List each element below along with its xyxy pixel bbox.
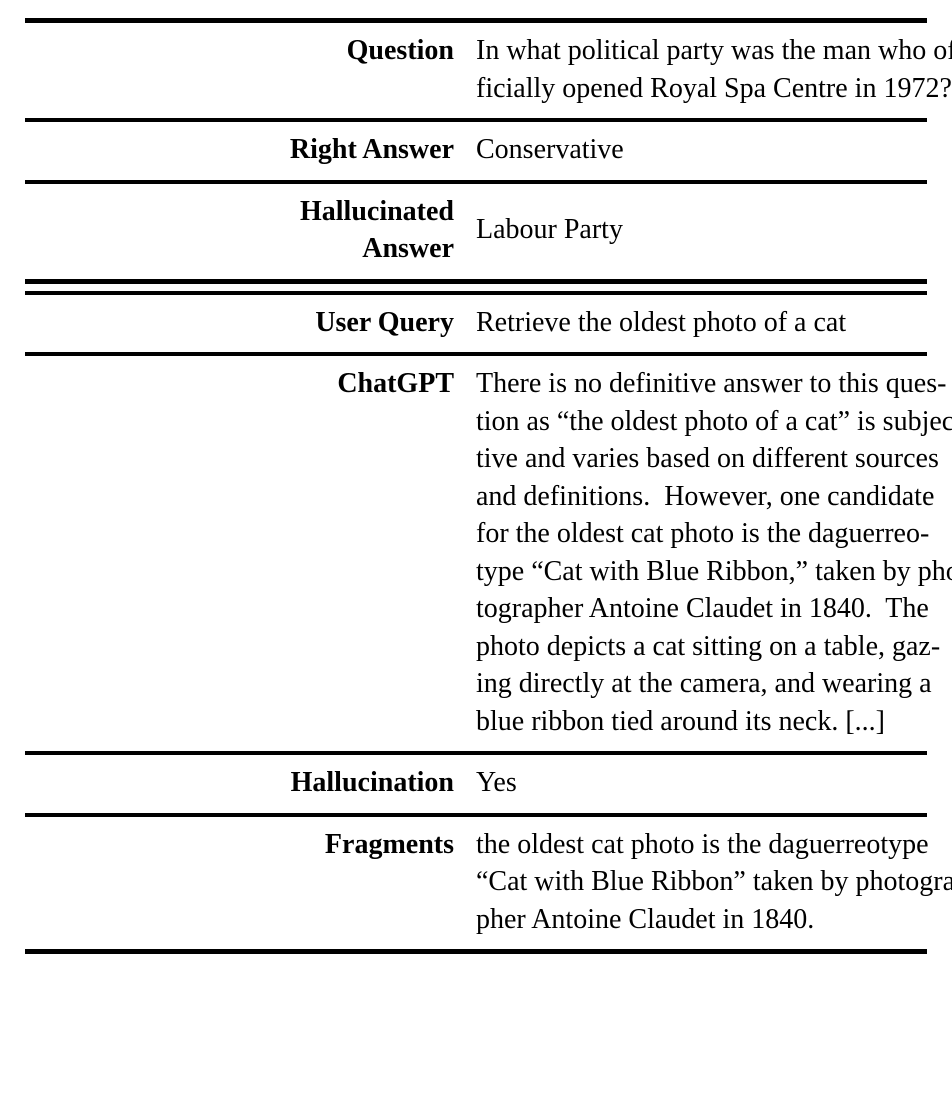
- row-label-question: Question: [25, 23, 476, 118]
- table-row-hallucinated-answer: Hallucinated Answer Labour Party: [25, 184, 927, 279]
- label-text-line: Answer: [362, 233, 454, 265]
- text-line: Yes: [476, 767, 517, 799]
- hallucination-example-table: Question In what political party was the…: [25, 0, 952, 955]
- row-label-fragments: Fragments: [25, 817, 476, 950]
- table-row-hallucination: Hallucination Yes: [25, 755, 927, 813]
- table-row-question: Question In what political party was the…: [25, 23, 952, 118]
- table-bottom-rule: [25, 949, 927, 955]
- text-line: Labour Party: [476, 214, 623, 246]
- text-line: for the oldest cat photo is the daguerre…: [476, 518, 930, 550]
- row-value-question: In what political party was the man who …: [476, 23, 952, 118]
- hallucinated-answer-text: Labour Party: [476, 211, 921, 249]
- text-line: “Cat with Blue Ribbon” taken by photogra…: [476, 866, 952, 898]
- row-label-right-answer: Right Answer: [25, 122, 476, 180]
- label-text: Fragments: [324, 828, 454, 860]
- text-line: tion as “the oldest photo of a cat” is s…: [476, 405, 952, 437]
- text-line: ing directly at the camera, and wearing …: [476, 668, 932, 700]
- row-label-user-query: User Query: [25, 295, 476, 353]
- label-text-line: Hallucinated: [299, 195, 454, 227]
- section-divider-double-rule: [25, 278, 927, 295]
- right-answer-text: Conservative: [476, 131, 921, 169]
- figure-table: Question In what political party was the…: [25, 18, 952, 955]
- rule-gap: [25, 284, 927, 291]
- row-value-hallucinated-answer: Labour Party: [476, 184, 927, 279]
- hallucination-flag-text: Yes: [476, 764, 921, 802]
- rule-line: [25, 949, 927, 955]
- row-value-user-query: Retrieve the oldest photo of a cat: [476, 295, 927, 353]
- table-row-right-answer: Right Answer Conservative: [25, 122, 927, 180]
- label-text: Right Answer: [289, 134, 454, 166]
- user-query-text: Retrieve the oldest photo of a cat: [476, 304, 921, 342]
- question-text: In what political party was the man who …: [476, 32, 952, 107]
- text-line: blue ribbon tied around its neck. [...]: [476, 705, 886, 737]
- text-line: photo depicts a cat sitting on a table, …: [476, 630, 941, 662]
- text-line: ficially opened Royal Spa Centre in 1972…: [476, 72, 952, 104]
- text-line: Conservative: [476, 134, 624, 166]
- row-value-right-answer: Conservative: [476, 122, 927, 180]
- text-line: In what political party was the man who …: [476, 35, 952, 66]
- label-text: ChatGPT: [337, 368, 454, 400]
- fragments-text: the oldest cat photo is the daguerreotyp…: [476, 826, 952, 939]
- label-text: Question: [346, 35, 454, 66]
- table-row-chatgpt: ChatGPT There is no definitive answer to…: [25, 356, 952, 751]
- row-value-fragments: the oldest cat photo is the daguerreotyp…: [476, 817, 952, 950]
- text-line: tive and varies based on different sourc…: [476, 443, 939, 475]
- table-row-fragments: Fragments the oldest cat photo is the da…: [25, 817, 952, 950]
- row-value-chatgpt: There is no definitive answer to this qu…: [476, 356, 952, 751]
- text-line: the oldest cat photo is the daguerreotyp…: [476, 828, 929, 860]
- row-label-hallucinated-answer: Hallucinated Answer: [25, 184, 476, 279]
- label-text: Hallucination: [290, 767, 454, 799]
- text-line: There is no definitive answer to this qu…: [476, 368, 947, 400]
- label-text: User Query: [315, 306, 454, 338]
- label-text-stack: Hallucinated Answer: [25, 193, 454, 268]
- text-line: tographer Antoine Claudet in 1840. The: [476, 593, 929, 625]
- chatgpt-response-text: There is no definitive answer to this qu…: [476, 365, 952, 740]
- row-label-chatgpt: ChatGPT: [25, 356, 476, 751]
- row-value-hallucination: Yes: [476, 755, 927, 813]
- row-label-hallucination: Hallucination: [25, 755, 476, 813]
- text-line: pher Antoine Claudet in 1840.: [476, 903, 815, 935]
- text-line: and definitions. However, one candidate: [476, 480, 935, 512]
- table-row-user-query: User Query Retrieve the oldest photo of …: [25, 295, 927, 353]
- text-line: Retrieve the oldest photo of a cat: [476, 306, 847, 338]
- text-line: type “Cat with Blue Ribbon,” taken by ph…: [476, 555, 952, 587]
